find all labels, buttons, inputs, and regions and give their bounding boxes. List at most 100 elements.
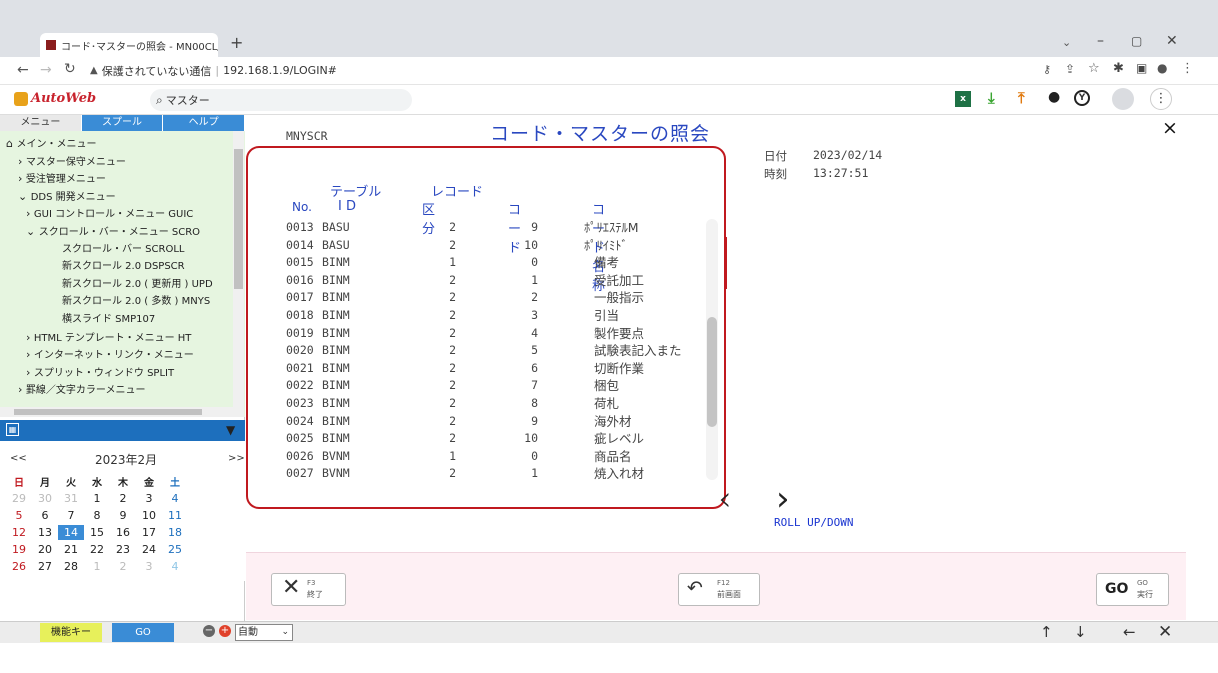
calendar-day[interactable]: 10	[136, 508, 162, 523]
table-row[interactable]: 0025 BINM 2 10 疵レベル	[246, 430, 706, 448]
key-icon[interactable]: ⚷	[1043, 63, 1051, 76]
calendar-day[interactable]: 1	[84, 491, 110, 506]
tree-hscroll-thumb[interactable]	[14, 409, 202, 415]
sidepanel-icon[interactable]: ▣	[1136, 61, 1147, 75]
table-row[interactable]: 0026 BVNM 1 0 商品名	[246, 448, 706, 466]
calendar-day[interactable]: 26	[6, 559, 32, 574]
f3-exit-button[interactable]: ✕ F3 終了	[271, 573, 346, 606]
back-icon[interactable]: ←	[17, 62, 29, 78]
maximize-icon[interactable]: ▢	[1131, 34, 1142, 48]
tree-item[interactable]: ⌄ DDS 開発メニュー	[4, 188, 232, 206]
reload-icon[interactable]: ↻	[64, 61, 76, 77]
plus-icon[interactable]: +	[219, 625, 231, 637]
tree-item[interactable]: › マスター保守メニュー	[4, 153, 232, 171]
table-row[interactable]: 0027 BVNM 2 1 焼入れ材	[246, 465, 706, 483]
table-row[interactable]: 0021 BINM 2 6 切断作業	[246, 360, 706, 378]
star-icon[interactable]: ☆	[1088, 61, 1100, 76]
browser-tab[interactable]: コード･マスターの照会 - MN00CL/M ✕	[40, 33, 218, 57]
tree-scroll-thumb[interactable]	[234, 149, 243, 289]
url-field[interactable]: ▲ 保護されていない通信 | 192.168.1.9/LOGIN#	[90, 60, 1030, 81]
calendar-day[interactable]: 17	[136, 525, 162, 540]
calendar-day[interactable]: 12	[6, 525, 32, 540]
new-tab-icon[interactable]: +	[230, 33, 243, 52]
table-row[interactable]: 0015 BINM 1 0 備考	[246, 254, 706, 272]
calendar-toggle-icon[interactable]: ▼	[226, 423, 235, 437]
calendar-day[interactable]: 20	[32, 542, 58, 557]
calendar-next-button[interactable]: >>	[228, 453, 245, 464]
calendar-day[interactable]: 7	[58, 508, 84, 523]
tree-item[interactable]: › インターネット・リンク・メニュー	[4, 346, 232, 364]
tree-item[interactable]: › 受注管理メニュー	[4, 170, 232, 188]
table-row[interactable]: 0014 BASU 2 10 ﾎﾟﾘｲﾐﾄﾞ	[246, 237, 706, 255]
tree-scrollbar[interactable]	[233, 131, 244, 417]
tree-item[interactable]: 新スクロール 2.0 DSPSCR	[4, 258, 232, 276]
calendar-day[interactable]: 30	[32, 491, 58, 506]
search-box[interactable]: ⌕ マスター	[150, 89, 412, 111]
calendar-day[interactable]: 3	[136, 559, 162, 574]
roll-up-icon[interactable]: ‹	[718, 479, 732, 519]
table-row[interactable]: 0024 BINM 2 9 海外材	[246, 413, 706, 431]
calendar-day[interactable]: 4	[162, 559, 188, 574]
tree-item[interactable]: ⌂ メイン・メニュー	[4, 135, 232, 153]
calendar-day[interactable]: 27	[32, 559, 58, 574]
messenger-icon[interactable]: ●	[1048, 89, 1060, 105]
table-row[interactable]: 0020 BINM 2 5 試験表記入また	[246, 342, 706, 360]
tab-help[interactable]: ヘルプ	[163, 115, 246, 131]
menu-icon[interactable]: ⋮	[1181, 61, 1194, 76]
calendar-day[interactable]: 4	[162, 491, 188, 506]
close-x-icon[interactable]: ✕	[1158, 622, 1172, 642]
table-row[interactable]: 0016 BINM 2 1 受託加工	[246, 272, 706, 290]
calendar-day[interactable]: 11	[162, 508, 188, 523]
profile-icon[interactable]: ●	[1157, 61, 1167, 75]
calendar-day[interactable]: 1	[84, 559, 110, 574]
tree-item[interactable]: › GUI コントロール・メニュー GUIC	[4, 205, 232, 223]
calendar-day[interactable]: 14	[58, 525, 84, 540]
avatar[interactable]	[1112, 88, 1134, 110]
calendar-day[interactable]: 19	[6, 542, 32, 557]
table-row[interactable]: 0019 BINM 2 4 製作要点	[246, 325, 706, 343]
calendar-day[interactable]: 2	[110, 559, 136, 574]
tab-spool[interactable]: スプール	[81, 115, 164, 131]
go-button[interactable]: GO	[112, 623, 174, 642]
calendar-day[interactable]: 16	[110, 525, 136, 540]
arrow-down-icon[interactable]: ↓	[1074, 623, 1087, 641]
tree-item[interactable]: › HTML テンプレート・メニュー HT	[4, 329, 232, 347]
excel-icon[interactable]: x	[955, 91, 971, 107]
subfile-scroll-thumb[interactable]	[707, 317, 717, 427]
table-row[interactable]: 0018 BINM 2 3 引当	[246, 307, 706, 325]
subfile-scrollbar[interactable]	[706, 219, 718, 480]
ext-menu-icon[interactable]: ⋮	[1150, 88, 1172, 110]
tree-item[interactable]: › 罫線／文字カラーメニュー	[4, 381, 232, 399]
arrow-left-icon[interactable]: ←	[1123, 623, 1136, 641]
extensions-icon[interactable]: ✱	[1113, 61, 1124, 76]
minus-icon[interactable]: −	[203, 625, 215, 637]
calendar-day[interactable]: 28	[58, 559, 84, 574]
calendar-day[interactable]: 13	[32, 525, 58, 540]
go-execute-button[interactable]: GO GO 実行	[1096, 573, 1169, 606]
f12-previous-button[interactable]: ↶ F12 前画面	[678, 573, 760, 606]
close-window-icon[interactable]: ✕	[1166, 33, 1178, 49]
calendar-day[interactable]: 8	[84, 508, 110, 523]
calendar-day[interactable]: 5	[6, 508, 32, 523]
tree-hscrollbar[interactable]	[0, 407, 233, 417]
calendar-day[interactable]: 6	[32, 508, 58, 523]
share-icon[interactable]: ⇪	[1065, 62, 1075, 76]
calendar-day[interactable]: 3	[136, 491, 162, 506]
download-icon[interactable]: ⤓	[988, 89, 995, 107]
calendar-day[interactable]: 29	[6, 491, 32, 506]
tree-item[interactable]: ⌄ スクロール・バー・メニュー SCRO	[4, 223, 232, 241]
tree-item[interactable]: › スプリット・ウィンドウ SPLIT	[4, 364, 232, 382]
calendar-day[interactable]: 15	[84, 525, 110, 540]
calendar-day[interactable]: 18	[162, 525, 188, 540]
calendar-day[interactable]: 9	[110, 508, 136, 523]
tab-menu[interactable]: メニュー	[0, 115, 82, 131]
tree-item[interactable]: 横スライド SMP107	[4, 311, 232, 329]
calendar-day[interactable]: 21	[58, 542, 84, 557]
calendar-day[interactable]: 23	[110, 542, 136, 557]
calendar-day[interactable]: 2	[110, 491, 136, 506]
roll-down-icon[interactable]: ›	[776, 479, 790, 519]
calendar-day[interactable]: 22	[84, 542, 110, 557]
mode-select[interactable]: 自動 ⌄	[235, 624, 293, 641]
calendar-day[interactable]: 31	[58, 491, 84, 506]
calendar-day[interactable]: 25	[162, 542, 188, 557]
